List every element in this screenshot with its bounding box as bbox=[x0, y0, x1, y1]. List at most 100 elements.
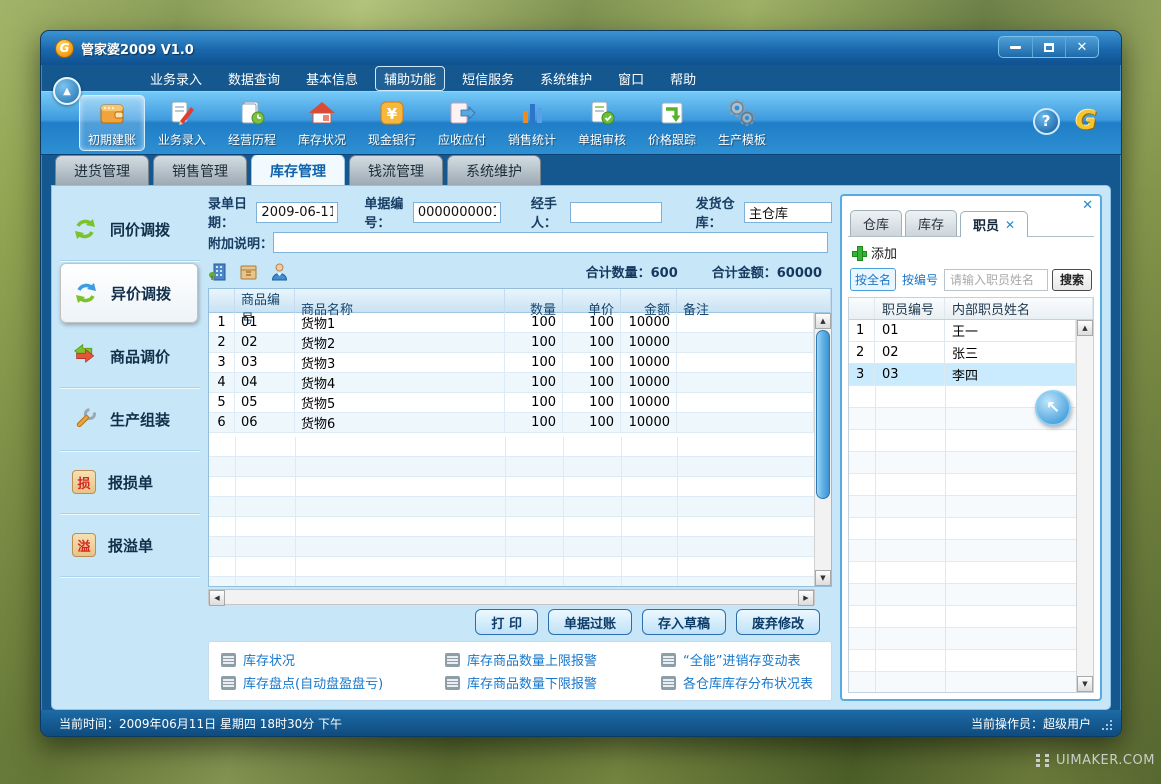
scroll-down-icon[interactable]: ▼ bbox=[815, 570, 831, 586]
staff-search-input[interactable] bbox=[944, 269, 1048, 291]
window-title: 管家婆2009 V1.0 bbox=[81, 39, 194, 58]
staff-vertical-scrollbar[interactable]: ▲ ▼ bbox=[1076, 320, 1093, 692]
toolbar-item-business-entry[interactable]: 业务录入 bbox=[149, 95, 215, 151]
person-icon[interactable] bbox=[270, 262, 289, 281]
sidebar-item-goods-price-adjust[interactable]: 商品调价 bbox=[60, 325, 200, 388]
toolbar-item-initial-account-setup[interactable]: 初期建账 bbox=[79, 95, 145, 151]
scroll-right-icon[interactable]: ▶ bbox=[798, 590, 814, 606]
link-upper-limit-alarm[interactable]: 库存商品数量上限报警 bbox=[445, 648, 661, 671]
menu-basic-info[interactable]: 基本信息 bbox=[297, 66, 367, 91]
uimaker-logo-icon bbox=[1036, 754, 1050, 767]
warehouse-input[interactable] bbox=[744, 202, 832, 223]
save-draft-button[interactable]: 存入草稿 bbox=[642, 609, 726, 635]
link-lower-limit-alarm[interactable]: 库存商品数量下限报警 bbox=[445, 671, 661, 694]
table-row[interactable]: 606货物610010010000 bbox=[209, 413, 814, 433]
toolbar-item-business-history[interactable]: 经营历程 bbox=[219, 95, 285, 151]
tab-inventory-management[interactable]: 库存管理 bbox=[251, 154, 345, 185]
link-omni-change-report[interactable]: “全能”进销存变动表 bbox=[661, 648, 819, 671]
current-operator-text: 当前操作员：超级用户 bbox=[971, 715, 1091, 732]
tab-system-maintenance[interactable]: 系统维护 bbox=[447, 155, 541, 185]
link-warehouse-distribution[interactable]: 各仓库库存分布状况表 bbox=[661, 671, 819, 694]
toolbar-collapse-button[interactable]: ▲ bbox=[53, 77, 81, 105]
tab-cashflow-management[interactable]: 钱流管理 bbox=[349, 155, 443, 185]
add-row[interactable]: 添加 bbox=[848, 237, 1094, 266]
note-label: 附加说明： bbox=[208, 233, 273, 252]
scrollbar-thumb[interactable] bbox=[816, 330, 830, 499]
table-row[interactable]: 505货物510010010000 bbox=[209, 393, 814, 413]
staff-search-row: 按全名 按编号 搜索 bbox=[848, 266, 1094, 297]
minimize-button[interactable] bbox=[999, 37, 1032, 57]
menu-business-entry[interactable]: 业务录入 bbox=[141, 66, 211, 91]
resize-grip[interactable] bbox=[1102, 718, 1114, 730]
staff-row[interactable]: 202张三 bbox=[849, 342, 1076, 364]
toolbar-item-sales-statistics[interactable]: 销售统计 bbox=[499, 95, 565, 151]
post-voucher-button[interactable]: 单据过账 bbox=[548, 609, 632, 635]
picker-tab-warehouse[interactable]: 仓库 bbox=[850, 210, 902, 236]
help-icon[interactable]: ? bbox=[1033, 108, 1060, 135]
search-button[interactable]: 搜索 bbox=[1052, 269, 1092, 291]
scroll-left-icon[interactable]: ◀ bbox=[209, 590, 225, 606]
scroll-down-icon[interactable]: ▼ bbox=[1077, 676, 1093, 692]
tab-close-icon[interactable]: ✕ bbox=[1005, 218, 1015, 232]
sidebar-item-overflow-report[interactable]: 溢 报溢单 bbox=[60, 514, 200, 577]
table-row[interactable]: 303货物310010010000 bbox=[209, 353, 814, 373]
discard-changes-button[interactable]: 废弃修改 bbox=[736, 609, 820, 635]
scroll-up-icon[interactable]: ▲ bbox=[1077, 320, 1093, 336]
sidebar: 同价调拨 异价调拨 商品调价 生产组装 损 报损单 溢 报溢单 bbox=[60, 194, 200, 701]
report-icon bbox=[445, 653, 460, 667]
report-icon bbox=[221, 676, 236, 690]
handler-input[interactable] bbox=[570, 202, 662, 223]
sidebar-item-loss-report[interactable]: 损 报损单 bbox=[60, 451, 200, 514]
report-icon bbox=[221, 653, 236, 667]
filter-by-code-button[interactable]: 按编号 bbox=[900, 269, 940, 290]
toolbar-item-inventory-status[interactable]: 库存状况 bbox=[289, 95, 355, 151]
form-row-1: 录单日期： 单据编号： 经手人： 发货仓库： bbox=[208, 200, 832, 224]
doc-no-input[interactable] bbox=[413, 202, 501, 223]
table-row[interactable]: 202货物210010010000 bbox=[209, 333, 814, 353]
toolbar-item-receivables-payables[interactable]: 应收应付 bbox=[429, 95, 495, 151]
goods-box-icon[interactable] bbox=[239, 262, 258, 281]
brand-logo-icon: G bbox=[1076, 106, 1097, 136]
total-qty-label: 合计数量： bbox=[586, 266, 651, 281]
maximize-icon bbox=[1044, 43, 1054, 52]
title-bar[interactable]: G 管家婆2009 V1.0 ✕ bbox=[41, 31, 1121, 65]
table-row[interactable]: 101货物110010010000 bbox=[209, 313, 814, 333]
picker-tab-stock[interactable]: 库存 bbox=[905, 210, 957, 236]
staff-row[interactable]: 101王一 bbox=[849, 320, 1076, 342]
menu-auxiliary-functions[interactable]: 辅助功能 bbox=[375, 66, 445, 91]
sidebar-item-same-price-transfer[interactable]: 同价调拨 bbox=[60, 198, 200, 261]
toolbar-item-cash-bank[interactable]: ¥ 现金银行 bbox=[359, 95, 425, 151]
note-input[interactable] bbox=[273, 232, 828, 253]
toolbar-item-voucher-audit[interactable]: 单据审核 bbox=[569, 95, 635, 151]
menu-sms-service[interactable]: 短信服务 bbox=[453, 66, 523, 91]
filter-by-name-button[interactable]: 按全名 bbox=[850, 268, 896, 291]
minimize-icon bbox=[1010, 46, 1021, 49]
picker-tab-staff[interactable]: 职员✕ bbox=[960, 211, 1028, 237]
warehouse-building-icon[interactable] bbox=[208, 262, 227, 281]
menu-help[interactable]: 帮助 bbox=[661, 66, 705, 91]
menu-window[interactable]: 窗口 bbox=[609, 66, 653, 91]
tab-sales-management[interactable]: 销售管理 bbox=[153, 155, 247, 185]
bar-chart-icon bbox=[517, 98, 547, 128]
horizontal-scrollbar[interactable]: ◀ ▶ bbox=[208, 589, 815, 605]
close-button[interactable]: ✕ bbox=[1065, 37, 1098, 57]
sidebar-item-diff-price-transfer[interactable]: 异价调拨 bbox=[60, 263, 198, 323]
tab-purchase-management[interactable]: 进货管理 bbox=[55, 155, 149, 185]
chevron-up-icon: ▲ bbox=[63, 86, 71, 97]
menu-system-maintenance[interactable]: 系统维护 bbox=[531, 66, 601, 91]
link-stocktake[interactable]: 库存盘点(自动盘盈盘亏) bbox=[221, 671, 445, 694]
menu-data-query[interactable]: 数据查询 bbox=[219, 66, 289, 91]
scroll-up-icon[interactable]: ▲ bbox=[815, 313, 831, 329]
staff-row-selected[interactable]: 303李四 bbox=[849, 364, 1076, 386]
vertical-scrollbar[interactable]: ▲ ▼ bbox=[814, 313, 831, 586]
toolbar-item-production-template[interactable]: 生产模板 bbox=[709, 95, 775, 151]
toolbar-item-price-tracking[interactable]: 价格跟踪 bbox=[639, 95, 705, 151]
maximize-button[interactable] bbox=[1032, 37, 1065, 57]
sidebar-item-production-assembly[interactable]: 生产组装 bbox=[60, 388, 200, 451]
print-button[interactable]: 打 印 bbox=[475, 609, 538, 635]
table-row[interactable]: 404货物410010010000 bbox=[209, 373, 814, 393]
wrench-icon bbox=[72, 406, 98, 432]
panel-close-icon[interactable]: ✕ bbox=[1082, 198, 1093, 213]
date-input[interactable] bbox=[256, 202, 338, 223]
link-inventory-status[interactable]: 库存状况 bbox=[221, 648, 445, 671]
